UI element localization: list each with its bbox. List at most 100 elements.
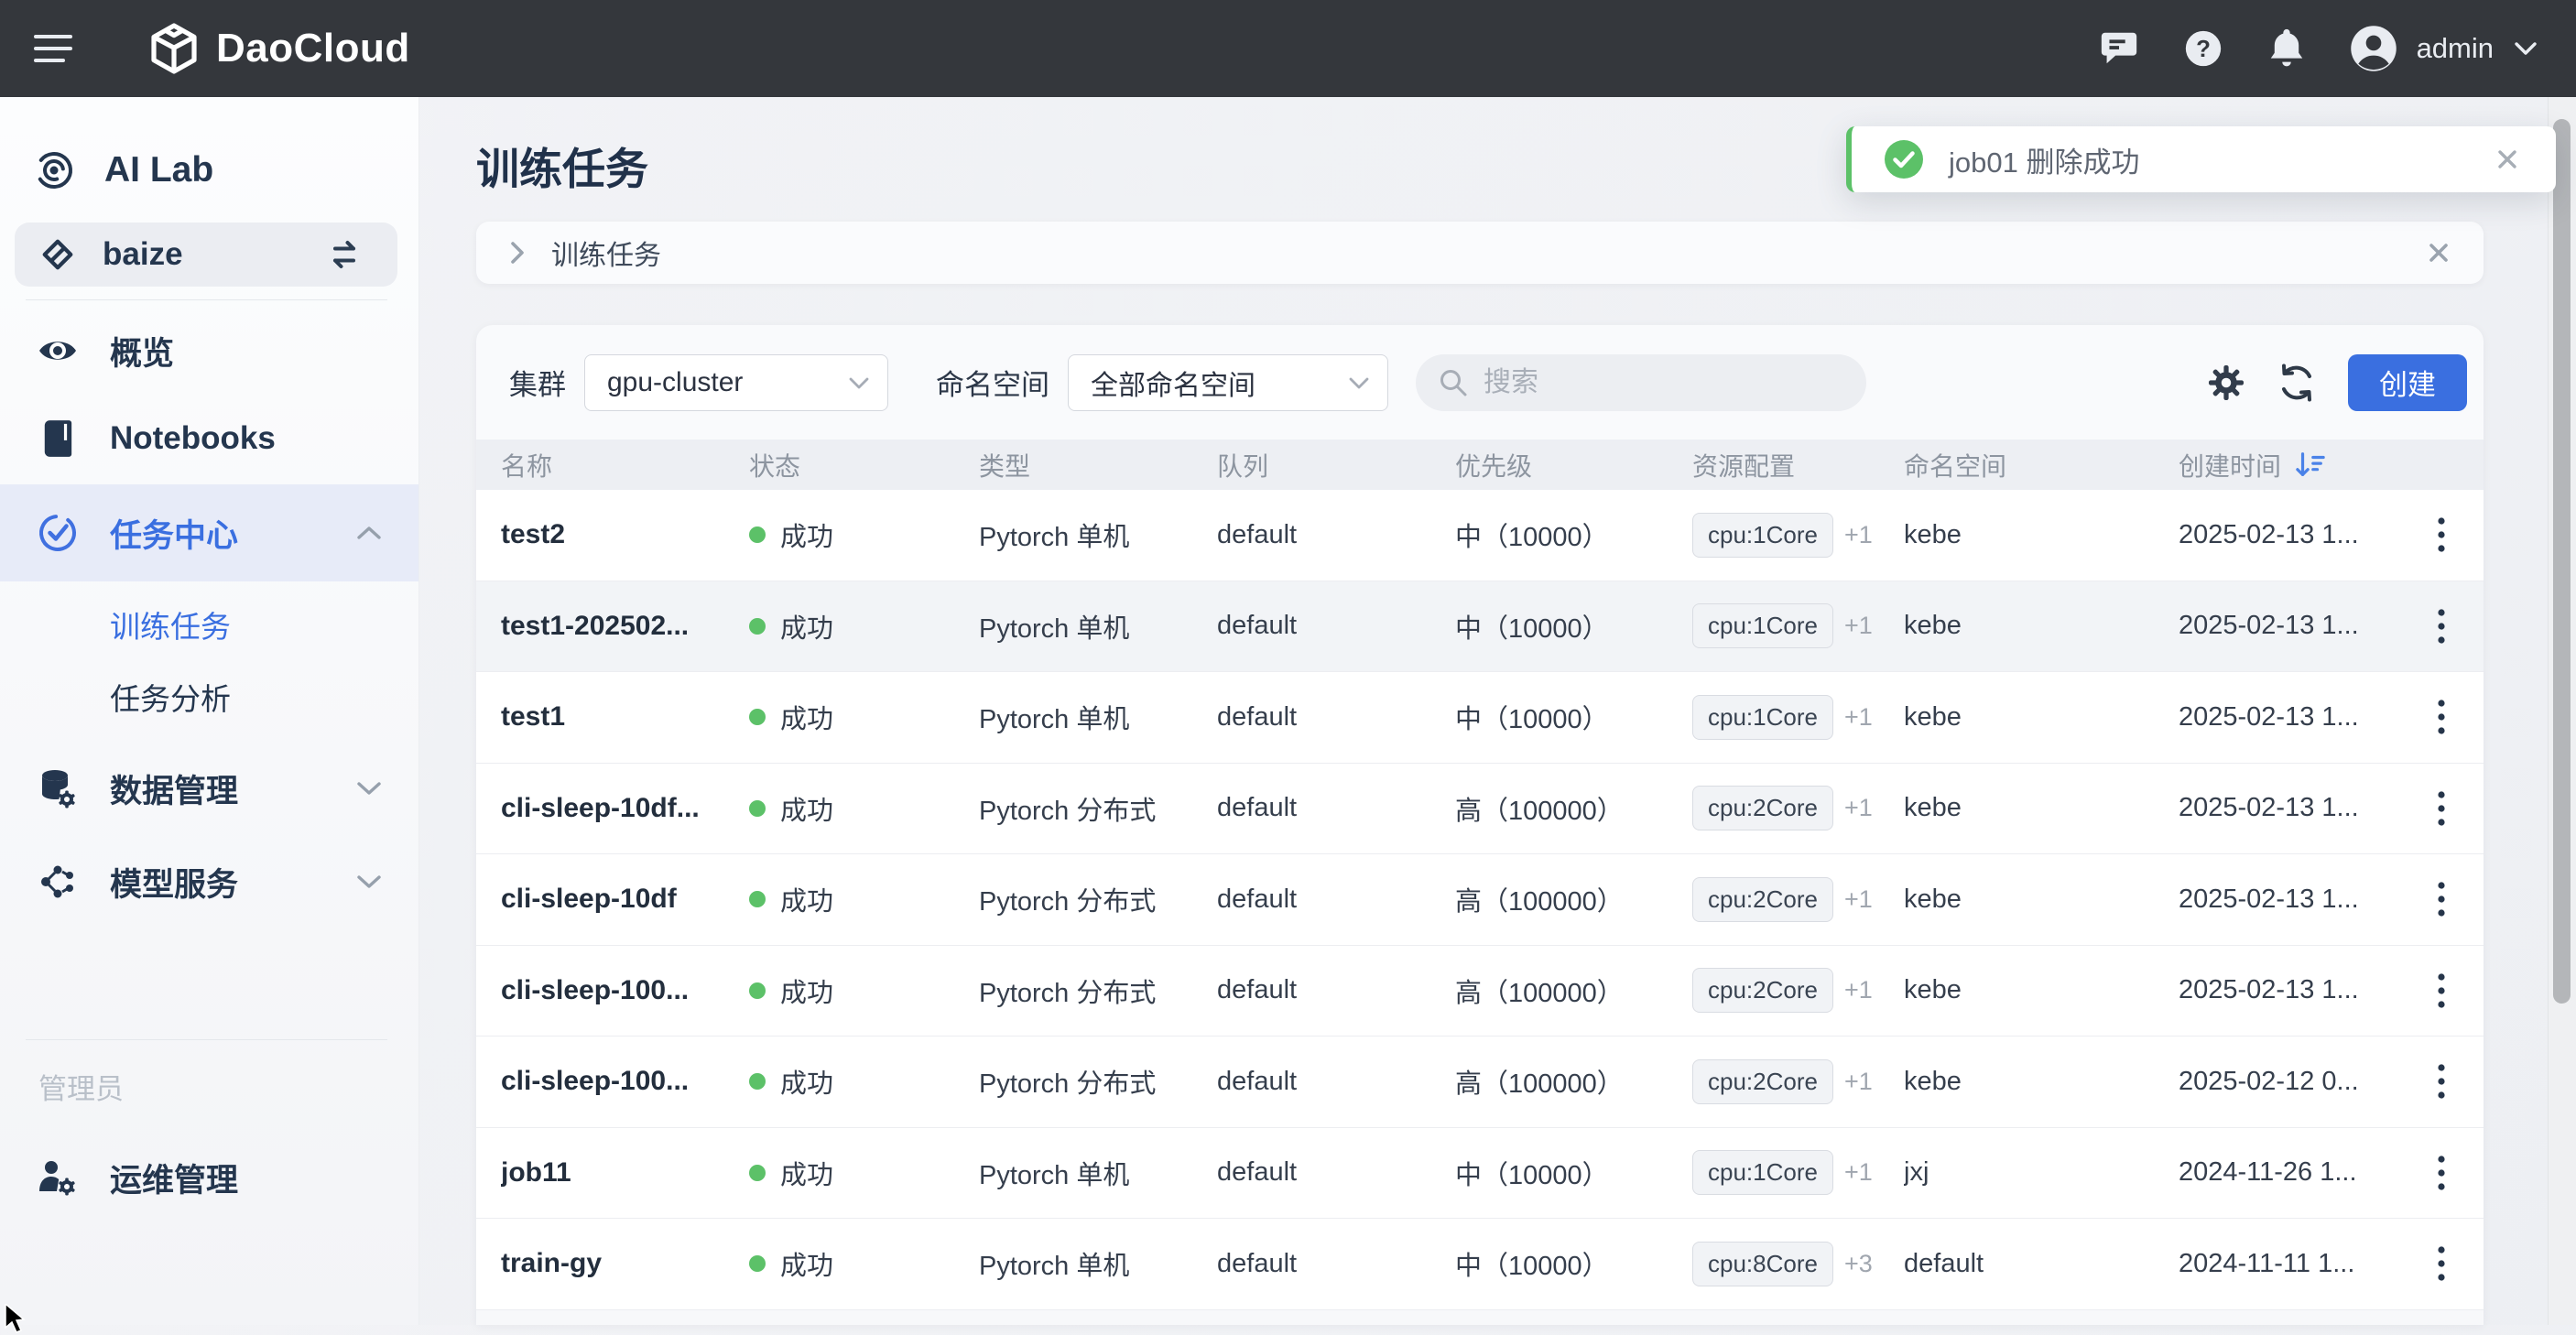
- row-actions-button[interactable]: [2423, 784, 2460, 833]
- row-actions-button[interactable]: [2423, 1239, 2460, 1288]
- database-icon: [37, 768, 79, 809]
- sidebar-item-job-analysis[interactable]: 任务分析: [0, 664, 418, 730]
- task-center-icon: [37, 512, 79, 554]
- sidebar-item-ops-management[interactable]: 运维管理: [0, 1134, 418, 1221]
- table-body: test2 成功 Pytorch 单机 default 中（10000） cpu…: [476, 490, 2484, 1310]
- row-resources: cpu:2Core+1: [1692, 877, 1904, 922]
- sidebar-item-training-jobs[interactable]: 训练任务: [0, 592, 418, 657]
- row-type: Pytorch 单机: [979, 698, 1217, 736]
- username: admin: [2417, 32, 2494, 65]
- search-input[interactable]: [1482, 366, 1833, 399]
- table-row[interactable]: cli-sleep-100... 成功 Pytorch 分布式 default …: [476, 946, 2484, 1037]
- sidebar-item-data-management[interactable]: 数据管理: [0, 744, 418, 832]
- row-priority: 中（10000）: [1455, 698, 1692, 736]
- row-actions-button[interactable]: [2423, 602, 2460, 651]
- row-name[interactable]: job11: [501, 1157, 749, 1188]
- row-name[interactable]: cli-sleep-100...: [501, 1066, 749, 1097]
- row-created: 2024-11-26 1...: [2179, 1157, 2398, 1188]
- row-name[interactable]: train-gy: [501, 1248, 749, 1279]
- settings-button[interactable]: [2207, 364, 2245, 402]
- switch-workspace-icon[interactable]: [326, 236, 363, 273]
- workspace-selector[interactable]: baize: [15, 222, 397, 287]
- resource-more-count[interactable]: +1: [1844, 885, 1873, 913]
- row-type: Pytorch 单机: [979, 516, 1217, 554]
- sidebar-product: AI Lab: [0, 137, 418, 203]
- row-namespace: kebe: [1904, 702, 2179, 733]
- chevron-down-icon: [1347, 375, 1371, 390]
- table-row[interactable]: test1-202502... 成功 Pytorch 单机 default 中（…: [476, 581, 2484, 673]
- breadcrumb-item[interactable]: 训练任务: [551, 233, 661, 273]
- sidebar-item-notebooks[interactable]: Notebooks: [0, 395, 418, 483]
- brand[interactable]: DaoCloud: [150, 23, 410, 74]
- top-navbar: DaoCloud ?: [0, 0, 2576, 97]
- row-namespace: kebe: [1904, 885, 2179, 915]
- row-actions-button[interactable]: [2423, 692, 2460, 742]
- row-actions-button[interactable]: [2423, 1148, 2460, 1198]
- row-name[interactable]: test2: [501, 519, 749, 550]
- sidebar-item-task-center[interactable]: 任务中心: [0, 484, 418, 581]
- table-row[interactable]: cli-sleep-100... 成功 Pytorch 分布式 default …: [476, 1037, 2484, 1128]
- messages-icon[interactable]: [2098, 27, 2140, 70]
- table-row[interactable]: train-gy 成功 Pytorch 单机 default 中（10000） …: [476, 1219, 2484, 1310]
- cluster-select[interactable]: gpu-cluster: [584, 354, 888, 411]
- resource-more-count[interactable]: +1: [1844, 703, 1873, 731]
- row-name[interactable]: test1: [501, 701, 749, 733]
- col-namespace: 命名空间: [1904, 447, 2179, 483]
- resource-more-count[interactable]: +1: [1844, 612, 1873, 639]
- table-row[interactable]: test2 成功 Pytorch 单机 default 中（10000） cpu…: [476, 490, 2484, 581]
- row-name[interactable]: cli-sleep-10df...: [501, 793, 749, 824]
- refresh-button[interactable]: [2277, 363, 2317, 403]
- namespace-label: 命名空间: [936, 362, 1049, 403]
- namespace-select[interactable]: 全部命名空间: [1068, 354, 1388, 411]
- row-created: 2025-02-13 1...: [2179, 520, 2398, 550]
- row-priority: 中（10000）: [1455, 516, 1692, 554]
- sidebar-section-admin: 管理员: [0, 1069, 418, 1102]
- row-name[interactable]: cli-sleep-10df: [501, 884, 749, 915]
- row-priority: 高（100000）: [1455, 789, 1692, 828]
- row-name[interactable]: test1-202502...: [501, 611, 749, 642]
- sort-descending-icon[interactable]: [2294, 450, 2327, 480]
- help-icon[interactable]: ?: [2182, 27, 2224, 70]
- table-row[interactable]: job11 成功 Pytorch 单机 default 中（10000） cpu…: [476, 1128, 2484, 1220]
- resource-badge: cpu:1Core: [1692, 695, 1833, 740]
- col-created[interactable]: 创建时间: [2179, 447, 2398, 483]
- row-status: 成功: [749, 607, 979, 646]
- resource-more-count[interactable]: +1: [1844, 1158, 1873, 1186]
- content-card: 集群 gpu-cluster 命名空间 全部命名空间: [476, 325, 2484, 1325]
- row-queue: default: [1217, 1249, 1455, 1279]
- close-icon[interactable]: [2425, 239, 2452, 266]
- row-name[interactable]: cli-sleep-100...: [501, 975, 749, 1006]
- chevron-right-icon[interactable]: [507, 239, 527, 266]
- table-row[interactable]: cli-sleep-10df... 成功 Pytorch 分布式 default…: [476, 764, 2484, 855]
- status-dot: [749, 1165, 766, 1181]
- row-actions-button[interactable]: [2423, 510, 2460, 559]
- resource-more-count[interactable]: +1: [1844, 976, 1873, 1004]
- create-button[interactable]: 创建: [2348, 354, 2467, 411]
- sidebar-item-model-services[interactable]: 模型服务: [0, 838, 418, 926]
- table-row[interactable]: test1 成功 Pytorch 单机 default 中（10000） cpu…: [476, 672, 2484, 764]
- vertical-scrollbar[interactable]: [2548, 97, 2576, 1325]
- resource-more-count[interactable]: +3: [1844, 1250, 1873, 1277]
- sidebar: AI Lab baize 概览: [0, 97, 419, 1325]
- row-priority: 高（100000）: [1455, 971, 1692, 1010]
- resource-more-count[interactable]: +1: [1844, 1068, 1873, 1095]
- row-queue: default: [1217, 885, 1455, 915]
- kebab-menu-icon: [2436, 971, 2447, 1010]
- hamburger-menu-icon[interactable]: [33, 32, 73, 65]
- row-actions-button[interactable]: [2423, 1057, 2460, 1106]
- user-menu[interactable]: admin: [2349, 24, 2539, 73]
- row-resources: cpu:1Core+1: [1692, 1150, 1904, 1195]
- row-created: 2025-02-13 1...: [2179, 793, 2398, 823]
- scrollbar-thumb[interactable]: [2553, 119, 2571, 1004]
- row-status: 成功: [749, 698, 979, 736]
- toast-close-icon[interactable]: [2494, 146, 2521, 173]
- row-actions-button[interactable]: [2423, 966, 2460, 1015]
- row-type: Pytorch 单机: [979, 607, 1217, 646]
- row-actions-button[interactable]: [2423, 874, 2460, 924]
- table-row[interactable]: cli-sleep-10df 成功 Pytorch 分布式 default 高（…: [476, 854, 2484, 946]
- sidebar-item-overview[interactable]: 概览: [0, 307, 418, 395]
- resource-more-count[interactable]: +1: [1844, 521, 1873, 548]
- resource-more-count[interactable]: +1: [1844, 794, 1873, 821]
- model-services-icon: [37, 863, 79, 901]
- notifications-bell-icon[interactable]: [2266, 27, 2307, 71]
